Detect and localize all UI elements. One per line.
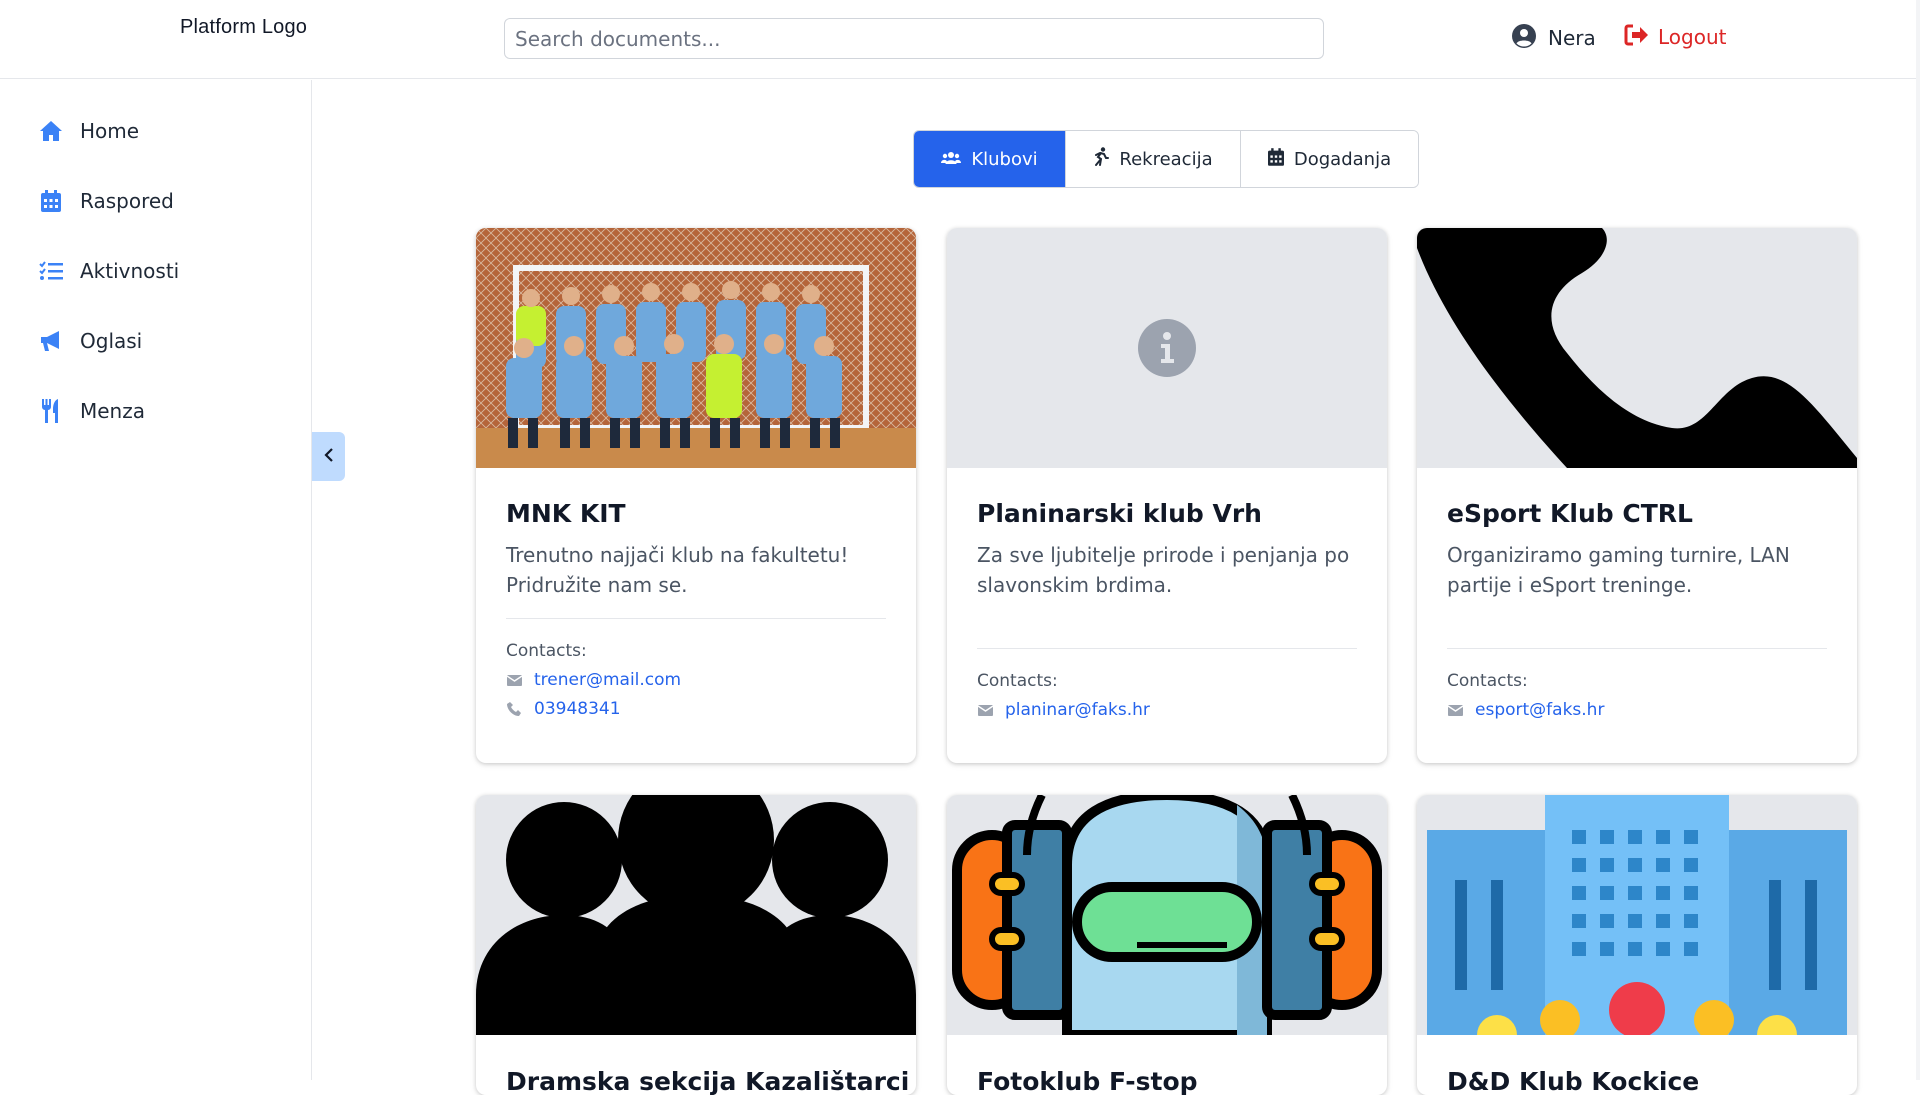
contact-email: trener@mail.com (534, 670, 682, 690)
home-icon (38, 118, 64, 144)
club-card-fotoklub[interactable]: Fotoklub F-stop (947, 795, 1387, 1095)
sidebar: Home Raspored Aktivnosti Oglasi Menza (0, 80, 312, 1080)
sidebar-item-aktivnosti[interactable]: Aktivnosti (38, 251, 179, 291)
list-icon (38, 258, 64, 284)
top-header: Platform Logo Nera Logout (0, 0, 1920, 79)
logout-label: Logout (1658, 25, 1727, 49)
contact-email: planinar@faks.hr (1005, 700, 1150, 720)
user-name: Nera (1548, 26, 1596, 50)
contact-email: esport@faks.hr (1475, 700, 1605, 720)
tab-rekreacija[interactable]: Rekreacija (1065, 131, 1240, 187)
sidebar-item-home[interactable]: Home (38, 111, 139, 151)
club-card-dnd[interactable]: D&D Klub Kockice (1417, 795, 1857, 1095)
club-card-esport[interactable]: eSport Klub CTRL Organiziramo gaming tur… (1417, 228, 1857, 763)
image-placeholder (947, 228, 1387, 468)
user-menu[interactable]: Nera (1512, 24, 1596, 52)
user-circle-icon (1512, 24, 1536, 52)
card-title: eSport Klub CTRL (1447, 499, 1693, 528)
contacts-label: Contacts: (1447, 671, 1528, 691)
card-title: MNK KIT (506, 499, 626, 528)
phone-icon-image (1417, 228, 1857, 468)
card-description: Organiziramo gaming turnire, LAN partije… (1447, 543, 1790, 597)
tab-label: Rekreacija (1119, 148, 1213, 170)
tab-label: Dogadanja (1293, 148, 1392, 170)
club-card-dramska[interactable]: Dramska sekcija Kazalištarci (476, 795, 916, 1095)
contact-phone: 03948341 (534, 699, 621, 719)
phone-icon (506, 701, 522, 717)
contacts-label: Contacts: (506, 641, 587, 661)
tab-dogadanja[interactable]: Dogadanja (1240, 131, 1418, 187)
card-description: Trenutno najjači klub na fakultetu! Prid… (506, 543, 849, 597)
sidebar-collapse-button[interactable] (312, 432, 345, 481)
envelope-icon (1447, 704, 1463, 716)
utensils-icon (38, 398, 64, 424)
club-card-mnk-kit[interactable]: MNK KIT Trenutno najjači klub na fakulte… (476, 228, 916, 763)
contact-email-link[interactable]: trener@mail.com (506, 670, 886, 690)
club-card-planinarski[interactable]: Planinarski klub Vrh Za sve ljubitelje p… (947, 228, 1387, 763)
group-icon-image (476, 795, 916, 1035)
megaphone-icon (38, 328, 64, 354)
calendar-icon (1267, 147, 1284, 171)
sidebar-item-label: Home (80, 119, 140, 143)
platform-logo[interactable]: Platform Logo (180, 16, 307, 39)
sidebar-item-oglasi[interactable]: Oglasi (38, 321, 142, 361)
card-title: Fotoklub F-stop (977, 1067, 1198, 1095)
card-title: Dramska sekcija Kazalištarci (506, 1067, 910, 1095)
card-title: D&D Klub Kockice (1447, 1067, 1700, 1095)
info-icon (1138, 319, 1196, 381)
contact-email-link[interactable]: esport@faks.hr (1447, 700, 1827, 720)
team-photo (476, 228, 916, 468)
contact-phone-link[interactable]: 03948341 (506, 699, 886, 719)
contacts-label: Contacts: (977, 671, 1058, 691)
users-icon (941, 149, 962, 170)
sidebar-item-label: Raspored (80, 189, 174, 213)
card-title: Planinarski klub Vrh (977, 499, 1262, 528)
search-input[interactable] (504, 18, 1324, 59)
category-tabs: Klubovi Rekreacija Dogadanja (913, 130, 1419, 188)
calendar-icon (38, 188, 64, 214)
tab-label: Klubovi (971, 148, 1038, 170)
scrollbar[interactable] (1916, 0, 1920, 1080)
sidebar-item-menza[interactable]: Menza (38, 391, 145, 431)
logout-button[interactable]: Logout (1624, 24, 1726, 50)
vr-headset-image (947, 795, 1387, 1035)
tab-klubovi[interactable]: Klubovi (914, 131, 1065, 187)
card-description: Za sve ljubitelje prirode i penjanja po … (977, 543, 1350, 597)
logout-icon (1624, 24, 1648, 50)
envelope-icon (506, 674, 522, 686)
chevron-left-icon (323, 447, 334, 466)
card-divider (506, 618, 886, 619)
sidebar-item-label: Oglasi (80, 329, 143, 353)
envelope-icon (977, 704, 993, 716)
running-icon (1093, 146, 1110, 172)
sidebar-item-label: Menza (80, 399, 145, 423)
sidebar-item-raspored[interactable]: Raspored (38, 181, 174, 221)
card-divider (977, 648, 1357, 649)
sidebar-item-label: Aktivnosti (80, 259, 180, 283)
card-divider (1447, 648, 1827, 649)
contact-email-link[interactable]: planinar@faks.hr (977, 700, 1357, 720)
building-image (1417, 795, 1857, 1035)
